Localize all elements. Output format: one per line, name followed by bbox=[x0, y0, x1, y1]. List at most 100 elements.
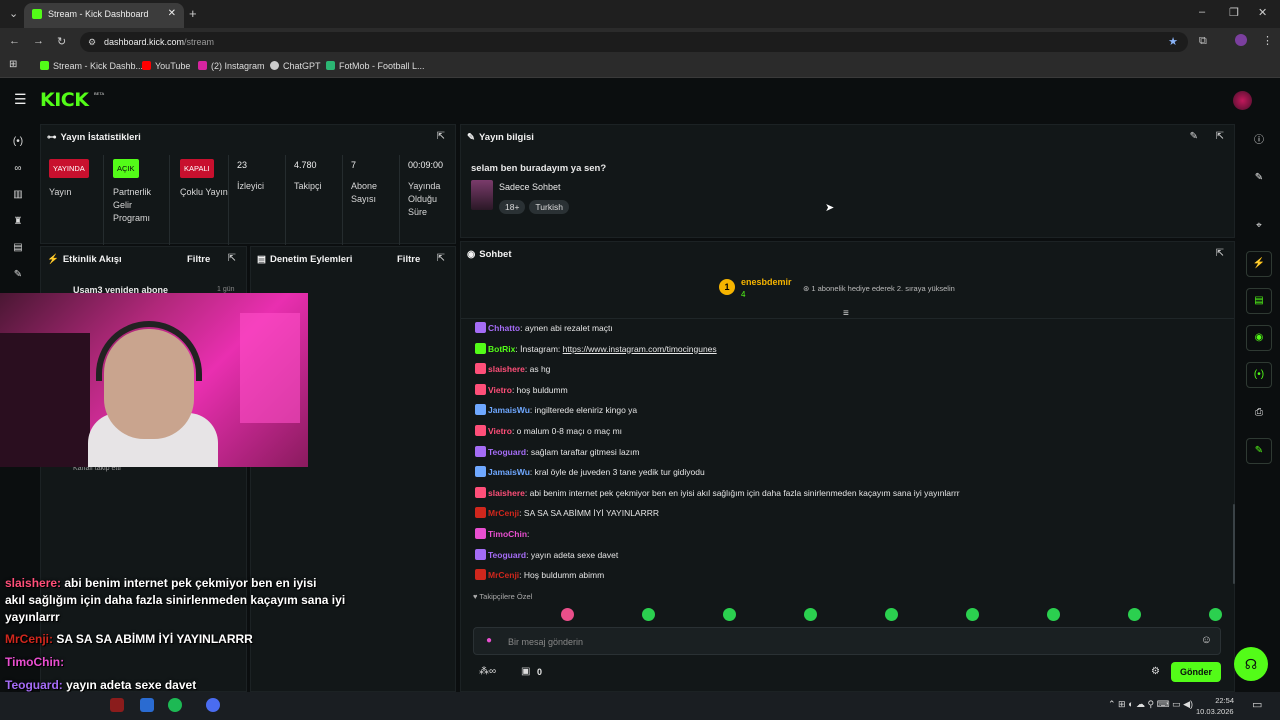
wrench-icon[interactable]: ✎ bbox=[1246, 438, 1272, 464]
info-icon[interactable]: ⓘ bbox=[1246, 128, 1272, 154]
top-gifter-name[interactable]: enesbdemir bbox=[741, 277, 792, 287]
bookmark-instagram[interactable]: (2) Instagram bbox=[198, 61, 265, 71]
overlay-username: Teoguard: bbox=[5, 678, 63, 692]
send-button[interactable]: Gönder bbox=[1171, 662, 1221, 682]
chat-username[interactable]: MrCenji bbox=[488, 508, 519, 518]
chat-scrollbar[interactable] bbox=[1233, 504, 1235, 584]
emote-icon[interactable] bbox=[804, 608, 817, 621]
edit-icon[interactable]: ✎ bbox=[1190, 131, 1198, 142]
screenshot-icon[interactable]: ⌖ bbox=[1246, 213, 1272, 239]
overlay-text: abi benim internet pek çekmiyor ben en i… bbox=[61, 576, 317, 590]
reload-icon[interactable]: ↻ bbox=[57, 35, 66, 48]
new-tab-icon[interactable]: + bbox=[189, 6, 197, 21]
bookmark-fotmob[interactable]: FotMob - Football L... bbox=[326, 61, 425, 71]
expand-icon[interactable]: ⇱ bbox=[437, 253, 445, 264]
minimize-icon[interactable]: – bbox=[1199, 6, 1205, 18]
emoji-icon[interactable]: ☺ bbox=[1201, 634, 1212, 646]
video-icon[interactable]: ▤ bbox=[10, 240, 26, 256]
maximize-icon[interactable]: ❐ bbox=[1229, 6, 1239, 19]
pencil-icon[interactable]: ✎ bbox=[1246, 165, 1272, 191]
tag-pill[interactable]: Turkish bbox=[529, 200, 569, 214]
emote-icon[interactable] bbox=[723, 608, 736, 621]
site-info-icon[interactable]: ⚙ bbox=[88, 37, 96, 48]
emote-icon[interactable] bbox=[885, 608, 898, 621]
tab-search-icon[interactable]: ⌄ bbox=[9, 7, 18, 20]
link-icon[interactable]: ∞ bbox=[10, 161, 26, 177]
forward-icon[interactable]: → bbox=[33, 35, 44, 47]
browser-tab[interactable]: Stream - Kick Dashboard ✕ bbox=[24, 3, 184, 28]
chat-username[interactable]: MrCenji bbox=[488, 570, 519, 580]
system-tray-icons[interactable]: ⌃ ⊞ ◐ ☁ ⚲ ⌨ ▭ ◀) bbox=[1108, 699, 1193, 710]
chat-username[interactable]: JamaisWu bbox=[488, 467, 530, 477]
tag-pill[interactable]: 18+ bbox=[499, 200, 526, 214]
kick-icon bbox=[40, 61, 49, 70]
bolt-icon[interactable]: ⚡ bbox=[1246, 251, 1272, 277]
notification-icon[interactable]: ▭ bbox=[1252, 698, 1262, 711]
kick-logo[interactable]: KICK bbox=[40, 89, 89, 111]
chat-username[interactable]: Vietro bbox=[488, 426, 512, 436]
chat-username[interactable]: Teoguard bbox=[488, 550, 526, 560]
bookmark-kick[interactable]: Stream - Kick Dashb... bbox=[40, 61, 143, 71]
extensions-icon[interactable]: ⧉ bbox=[1199, 35, 1207, 48]
category-name[interactable]: Sadece Sohbet bbox=[499, 182, 561, 192]
activity-filter-button[interactable]: Filtre bbox=[187, 254, 210, 265]
bookmark-star-icon[interactable]: ★ bbox=[1168, 35, 1178, 48]
chat-username[interactable]: BotRix bbox=[488, 344, 515, 354]
close-window-icon[interactable]: ✕ bbox=[1258, 6, 1267, 19]
bookmark-youtube[interactable]: YouTube bbox=[142, 61, 190, 71]
chat-message: slaishere: as hg bbox=[475, 363, 550, 375]
close-tab-icon[interactable]: ✕ bbox=[168, 8, 176, 19]
emote-label-text: Takipçilere Özel bbox=[479, 592, 533, 601]
channel-points-icon[interactable]: ⁂∞ bbox=[479, 666, 496, 677]
emote-icon[interactable] bbox=[561, 608, 574, 621]
emote-icon[interactable] bbox=[1209, 608, 1222, 621]
chat-username[interactable]: Teoguard bbox=[488, 447, 526, 457]
chat-username[interactable]: slaishere bbox=[488, 488, 525, 498]
bookmark-chatgpt[interactable]: ChatGPT bbox=[270, 61, 321, 71]
trophy-icon[interactable]: ♜ bbox=[10, 214, 26, 230]
gift-box-icon[interactable]: ▣ bbox=[521, 666, 530, 677]
emote-icon[interactable] bbox=[966, 608, 979, 621]
stat-value: 4.780 bbox=[294, 160, 317, 170]
emote-icon[interactable] bbox=[1128, 608, 1141, 621]
spotify-icon[interactable] bbox=[168, 698, 182, 712]
browser-menu-icon[interactable]: ⋮ bbox=[1262, 34, 1273, 47]
expand-icon[interactable]: ⇱ bbox=[228, 253, 236, 264]
analytics-icon[interactable]: ▥ bbox=[10, 187, 26, 203]
chat-input[interactable]: ● Bir mesaj gönderin ☺ bbox=[473, 627, 1221, 655]
chat-username[interactable]: slaishere bbox=[488, 364, 525, 374]
broadcast-icon[interactable]: (•) bbox=[1246, 362, 1272, 388]
support-headset-button[interactable]: ☊ bbox=[1234, 647, 1268, 681]
chat-username[interactable]: Vietro bbox=[488, 385, 512, 395]
expand-icon[interactable]: ⇱ bbox=[1216, 131, 1224, 142]
document-icon[interactable]: ▤ bbox=[1246, 288, 1272, 314]
wrench-icon[interactable]: ✎ bbox=[10, 267, 26, 283]
stat-multistream: KAPALI Çoklu Yayın bbox=[180, 159, 228, 199]
chat-username[interactable]: Chhatto bbox=[488, 323, 520, 333]
overlay-chat-line: MrCenji: SA SA SA ABİMM İYİ YAYINLARRR bbox=[5, 632, 253, 646]
printer-icon[interactable]: ⎙ bbox=[1246, 400, 1272, 426]
expand-icon[interactable]: ⇱ bbox=[437, 131, 445, 142]
moderation-filter-button[interactable]: Filtre bbox=[397, 254, 420, 265]
app-icon[interactable] bbox=[140, 698, 154, 712]
stat-label: Partnerlik Gelir Programı bbox=[113, 187, 152, 223]
back-icon[interactable]: ← bbox=[9, 35, 20, 47]
chat-username[interactable]: TimoChin bbox=[488, 529, 527, 539]
chat-link[interactable]: https://www.instagram.com/timocingunes bbox=[563, 344, 717, 354]
activity-time: 1 gün bbox=[217, 286, 235, 293]
user-avatar[interactable] bbox=[1233, 91, 1252, 110]
url-input[interactable]: ⚙ dashboard.kick.com/stream ★ bbox=[80, 32, 1188, 52]
hamburger-menu-icon[interactable]: ☰ bbox=[14, 91, 27, 108]
apps-grid-icon[interactable]: ⊞ bbox=[9, 59, 17, 70]
chat-settings-icon[interactable]: ⚙ bbox=[1151, 666, 1160, 677]
broadcast-icon[interactable]: (•) bbox=[10, 134, 26, 150]
chrome-icon[interactable] bbox=[206, 698, 220, 712]
chat-bubble-icon[interactable]: ◉ bbox=[1246, 325, 1272, 351]
chat-text: Hoş buldumm abimm bbox=[523, 570, 605, 581]
emote-icon[interactable] bbox=[642, 608, 655, 621]
profile-avatar[interactable] bbox=[1235, 34, 1247, 46]
expand-icon[interactable]: ⇱ bbox=[1216, 248, 1224, 259]
chat-username[interactable]: JamaisWu bbox=[488, 405, 530, 415]
emote-icon[interactable] bbox=[1047, 608, 1060, 621]
app-icon[interactable] bbox=[110, 698, 124, 712]
